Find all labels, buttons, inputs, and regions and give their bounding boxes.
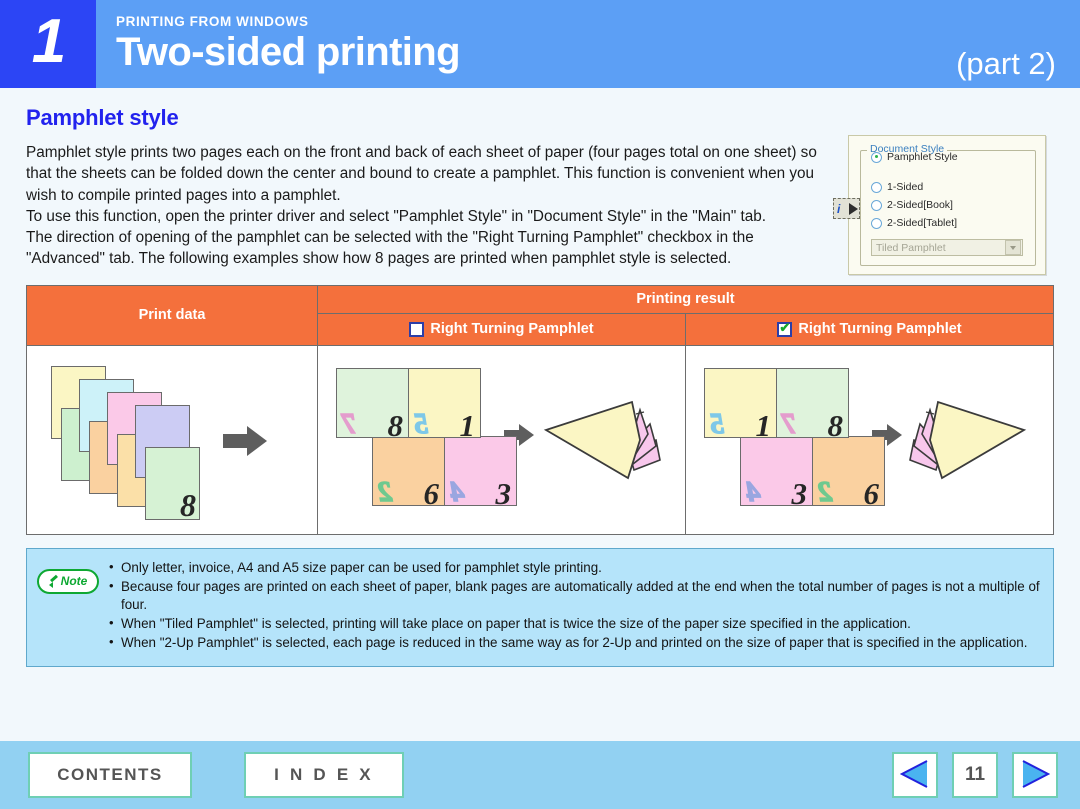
source-page-number: 8: [180, 486, 196, 523]
note-item: Because four pages are printed on each s…: [109, 577, 1041, 614]
reverse-page-number: 4: [745, 476, 761, 509]
pencil-icon: [48, 576, 59, 588]
pamphlet-type-dropdown[interactable]: Tiled Pamphlet: [871, 239, 1023, 256]
chapter-number: 1: [31, 7, 67, 76]
cell-result-checked-illustration: 5 1 7 8 4 3 2 6: [685, 344, 1054, 535]
page-title: Two-sided printing: [116, 30, 461, 75]
checkbox-label: Right Turning Pamphlet: [798, 321, 962, 338]
note-item: When "2-Up Pamphlet" is selected, each p…: [109, 633, 1041, 652]
reverse-page-number: 5: [709, 408, 725, 441]
page-number: 11: [964, 764, 986, 785]
printed-quad: 4 3: [740, 435, 813, 511]
radio-label: 2-Sided[Book]: [887, 199, 953, 211]
radio-icon[interactable]: [871, 217, 882, 229]
note-badge-label: Note: [60, 574, 88, 588]
front-page-number: 3: [495, 475, 512, 511]
note-badge-icon: Note: [37, 568, 99, 594]
pointer-shape: [849, 203, 858, 215]
radio-icon[interactable]: [871, 181, 882, 193]
pamphlet-type-value: Tiled Pamphlet: [876, 241, 946, 254]
reverse-page-number: 2: [817, 476, 833, 509]
folded-booklet-right: [909, 400, 1027, 479]
folded-booklet-left: [543, 400, 661, 479]
checkbox-label: Right Turning Pamphlet: [430, 321, 594, 338]
column-header-right-turning-checked: Right Turning Pamphlet: [685, 312, 1054, 346]
source-pages-stack: 1 5 2 6 3 7 4 8: [27, 346, 317, 534]
reverse-page-number: 2: [377, 476, 393, 509]
front-page-number: 8: [387, 407, 404, 443]
chapter-badge: 1: [0, 0, 96, 88]
previous-page-button[interactable]: [892, 752, 938, 798]
chevron-down-icon[interactable]: [1005, 240, 1021, 255]
printed-quad: 5 1: [408, 367, 481, 443]
radio-option-2-sided-tablet[interactable]: 2-Sided[Tablet]: [871, 217, 957, 229]
radio-label: 1-Sided: [887, 181, 924, 193]
checkbox-unchecked-icon[interactable]: [409, 321, 425, 337]
table-header-row-1: Print data Printing result: [26, 284, 1054, 346]
printed-quad: 2 6: [372, 435, 445, 511]
page-footer: CONTENTS I N D E X 11: [0, 741, 1080, 809]
index-button[interactable]: I N D E X: [244, 752, 404, 798]
note-item: Only letter, invoice, A4 and A5 size pap…: [109, 557, 1041, 577]
intro-paragraph-1: Pamphlet style prints two pages each on …: [26, 144, 817, 204]
radio-option-2-sided-book[interactable]: 2-Sided[Book]: [871, 199, 953, 211]
contents-button[interactable]: CONTENTS: [28, 752, 192, 798]
header-part-label: (part 2): [956, 46, 1056, 81]
table-illustration-row: 1 5 2 6 3 7 4 8 7 8: [26, 344, 1054, 535]
next-page-button[interactable]: [1012, 752, 1058, 798]
document-style-dialog: Document Style 1-Sided 2-Sided[Book] 2-S…: [833, 135, 1046, 275]
pager-controls: 11: [892, 752, 1058, 798]
result-unchecked-diagram: 7 8 5 1 2 6 4 3: [318, 346, 674, 534]
section-title: Pamphlet style: [26, 105, 179, 130]
intro-paragraph-2: To use this function, open the printer d…: [26, 207, 767, 225]
page-body: Pamphlet style Pamphlet style prints two…: [0, 105, 1080, 667]
radio-icon-selected[interactable]: [871, 151, 882, 163]
source-page: 8: [145, 446, 200, 523]
next-page-icon: [1022, 760, 1050, 788]
printing-result-table: Print data Printing result Right Turning…: [26, 284, 1054, 535]
column-header-print-data: Print data: [26, 284, 318, 346]
printed-quad: 2 6: [812, 435, 885, 511]
reverse-page-number: 5: [413, 408, 429, 441]
checkbox-checked-icon[interactable]: [777, 321, 793, 337]
note-item: When "Tiled Pamphlet" is selected, print…: [109, 614, 1041, 633]
printed-quad: 5 1: [704, 367, 777, 443]
front-page-number: 6: [423, 475, 440, 511]
previous-page-icon: [900, 760, 928, 788]
front-page-number: 6: [863, 475, 880, 511]
printed-quad: 7 8: [336, 367, 409, 443]
result-checked-diagram: 5 1 7 8 4 3 2 6: [686, 346, 1042, 534]
document-style-groupbox: Document Style 1-Sided 2-Sided[Book] 2-S…: [860, 143, 1036, 266]
printed-quad: 4 3: [444, 435, 517, 511]
radio-label: 2-Sided[Tablet]: [887, 217, 958, 229]
column-header-printing-result: Printing result: [317, 284, 1054, 314]
front-page-number: 1: [755, 407, 772, 443]
radio-label: Pamphlet Style: [887, 151, 958, 163]
note-list: Only letter, invoice, A4 and A5 size pap…: [99, 557, 1041, 654]
info-cursor-icon: i: [833, 198, 860, 219]
cell-result-unchecked-illustration: 7 8 5 1 2 6 4 3: [317, 344, 686, 535]
reverse-page-number: 7: [341, 408, 357, 441]
header-title-block: PRINTING FROM WINDOWS Two-sided printing: [96, 0, 1080, 88]
info-letter: i: [837, 201, 841, 216]
page-header: 1 PRINTING FROM WINDOWS Two-sided printi…: [0, 0, 1080, 88]
reverse-page-number: 7: [781, 408, 797, 441]
intro-paragraph-3: The direction of opening of the pamphlet…: [26, 229, 754, 268]
intro-text: Pamphlet style prints two pages each on …: [26, 142, 826, 270]
radio-option-pamphlet-style[interactable]: Pamphlet Style: [871, 151, 958, 163]
header-kicker: PRINTING FROM WINDOWS: [116, 13, 309, 29]
printed-quad: 7 8: [776, 367, 849, 443]
cell-print-data-illustration: 1 5 2 6 3 7 4 8: [26, 344, 318, 535]
front-page-number: 1: [459, 407, 476, 443]
reverse-page-number: 4: [449, 476, 465, 509]
right-arrow-icon: [223, 425, 267, 456]
front-page-number: 3: [791, 475, 808, 511]
column-header-right-turning-unchecked: Right Turning Pamphlet: [317, 312, 686, 346]
note-box: Note Only letter, invoice, A4 and A5 siz…: [26, 547, 1054, 667]
radio-icon[interactable]: [871, 199, 882, 211]
radio-option-1-sided[interactable]: 1-Sided: [871, 181, 923, 193]
page-number-display: 11: [952, 752, 998, 798]
front-page-number: 8: [827, 407, 844, 443]
